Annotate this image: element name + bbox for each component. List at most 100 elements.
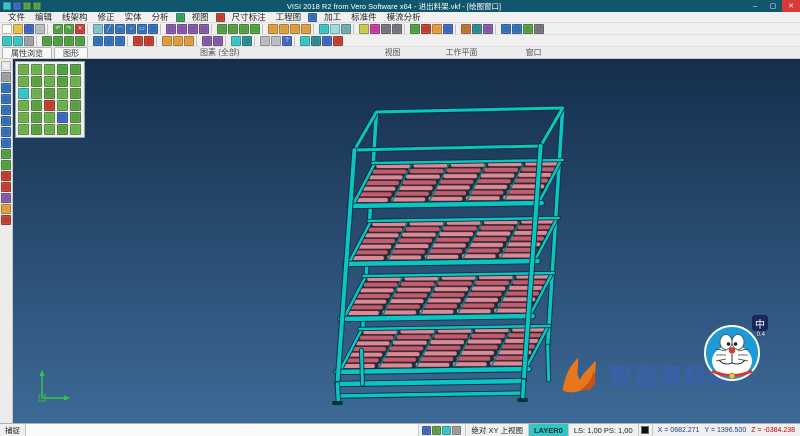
active-layer[interactable]: LAYER0: [529, 424, 569, 436]
draft-analysis-icon[interactable]: [421, 24, 431, 34]
window-cascade-icon[interactable]: [271, 36, 281, 46]
new-file-icon[interactable]: ▤: [2, 24, 12, 34]
render-icon[interactable]: [231, 36, 241, 46]
multi-view-icon[interactable]: [70, 88, 81, 99]
redo-icon[interactable]: ↷: [64, 24, 74, 34]
undo-quick-icon[interactable]: [23, 2, 31, 10]
menu-工程图[interactable]: 工程图: [271, 12, 307, 23]
dynamic-pan-icon[interactable]: [57, 76, 68, 87]
mirror-icon[interactable]: [188, 24, 198, 34]
wp-rotate-icon[interactable]: [31, 124, 42, 135]
wp-3pt-icon[interactable]: [57, 112, 68, 123]
wp-align-icon[interactable]: [18, 124, 29, 135]
toolpath-icon[interactable]: [512, 24, 522, 34]
close-button[interactable]: ✕: [782, 0, 800, 12]
view-side-icon[interactable]: [64, 36, 74, 46]
wp-normal-icon[interactable]: [70, 112, 81, 123]
hide-item-icon[interactable]: [57, 100, 68, 111]
tab-graphics[interactable]: 图形: [54, 47, 88, 58]
text-icon[interactable]: [184, 36, 194, 46]
section-view-icon[interactable]: [57, 88, 68, 99]
viewport-3d[interactable]: 智造资料网 中 0.4: [13, 59, 800, 423]
spline-icon[interactable]: [148, 24, 158, 34]
grid-icon[interactable]: [24, 36, 34, 46]
print-icon[interactable]: [35, 24, 45, 34]
select-arrow-icon[interactable]: ↖: [1, 61, 11, 71]
ucs-icon[interactable]: [13, 36, 23, 46]
section-icon[interactable]: [202, 36, 212, 46]
point-tool-icon[interactable]: [1, 83, 11, 93]
current-color-swatch[interactable]: [639, 424, 653, 436]
undo-icon[interactable]: ↶: [53, 24, 63, 34]
layer-on-icon[interactable]: [18, 100, 29, 111]
wp-xz-icon[interactable]: [31, 112, 42, 123]
isolate-icon[interactable]: [44, 100, 55, 111]
menu-实体[interactable]: 实体: [120, 12, 147, 23]
rotate-view-icon[interactable]: [301, 24, 311, 34]
view-iso2-icon[interactable]: [70, 64, 81, 75]
view-xy-icon[interactable]: [18, 64, 29, 75]
mold-tool-icon[interactable]: [472, 24, 482, 34]
menu-模流分析[interactable]: 模流分析: [382, 12, 426, 23]
zoom-fit-icon[interactable]: [268, 24, 278, 34]
simulate-icon[interactable]: [523, 24, 533, 34]
wp-yz-icon[interactable]: [44, 112, 55, 123]
shade-mode-icon[interactable]: [18, 88, 29, 99]
selection-filter-icon[interactable]: [1, 72, 11, 82]
track-toggle-icon[interactable]: [452, 426, 461, 435]
rect-tool-icon[interactable]: [1, 138, 11, 148]
arc-tool-icon[interactable]: [1, 116, 11, 126]
zoom-all-icon[interactable]: [18, 76, 29, 87]
view-save-icon[interactable]: [57, 124, 68, 135]
save-icon[interactable]: [24, 24, 34, 34]
view-reference[interactable]: 绝对 XY 上视图: [466, 424, 529, 436]
surface-sweep-icon[interactable]: [115, 36, 125, 46]
show-all-icon[interactable]: [70, 100, 81, 111]
menu-视图[interactable]: 视图: [187, 12, 214, 23]
menu-编辑[interactable]: 编辑: [30, 12, 57, 23]
feature-recognition-icon[interactable]: [410, 24, 420, 34]
dynamic-rotate-icon[interactable]: [44, 76, 55, 87]
ghost-mode-icon[interactable]: [44, 88, 55, 99]
circle-icon[interactable]: ○: [126, 24, 136, 34]
layer-off-icon[interactable]: [31, 100, 42, 111]
hidden-line-icon[interactable]: [341, 24, 351, 34]
surface-offset-icon[interactable]: [93, 36, 103, 46]
post-process-icon[interactable]: [534, 24, 544, 34]
window-tile-icon[interactable]: [260, 36, 270, 46]
surface-tool-icon[interactable]: [1, 160, 11, 170]
surface-loft-icon[interactable]: [104, 36, 114, 46]
scale-indicator[interactable]: LS: 1,00 PS: 1,00: [569, 424, 639, 436]
open-folder-icon[interactable]: [13, 24, 23, 34]
analysis-draft-icon[interactable]: [133, 36, 143, 46]
shadow-icon[interactable]: [242, 36, 252, 46]
snap-mode-icon[interactable]: [422, 426, 431, 435]
save-quick-icon[interactable]: [13, 2, 21, 10]
electrode-icon[interactable]: [461, 24, 471, 34]
minimize-button[interactable]: –: [746, 0, 764, 12]
delete-icon[interactable]: ✕: [75, 24, 85, 34]
clip-plane-icon[interactable]: [213, 36, 223, 46]
grid-toggle-icon[interactable]: [432, 426, 441, 435]
move-icon[interactable]: [199, 24, 209, 34]
solid-tool-icon[interactable]: [1, 171, 11, 181]
rectangle-icon[interactable]: ▭: [137, 24, 147, 34]
menu-标准件[interactable]: 标准件: [346, 12, 382, 23]
menu-尺寸标注[interactable]: 尺寸标注: [227, 12, 271, 23]
annotation-icon[interactable]: [173, 36, 183, 46]
view-yz-icon[interactable]: [44, 64, 55, 75]
menu-线架构[interactable]: 线架构: [57, 12, 93, 23]
workplane-icon[interactable]: [2, 36, 12, 46]
mold-menu-icon[interactable]: [216, 13, 225, 22]
polyline-tool-icon[interactable]: [1, 105, 11, 115]
measure-icon[interactable]: [381, 24, 391, 34]
zoom-window-icon[interactable]: [279, 24, 289, 34]
app-icon[interactable]: [3, 2, 11, 10]
fillet-icon[interactable]: [177, 24, 187, 34]
zoom-prev-icon[interactable]: [31, 76, 42, 87]
pan-icon[interactable]: [290, 24, 300, 34]
visi-flow-icon[interactable]: [322, 36, 332, 46]
shaded-view-icon[interactable]: [319, 24, 329, 34]
wire-mode-icon[interactable]: [31, 88, 42, 99]
help-icon[interactable]: ?: [282, 36, 292, 46]
